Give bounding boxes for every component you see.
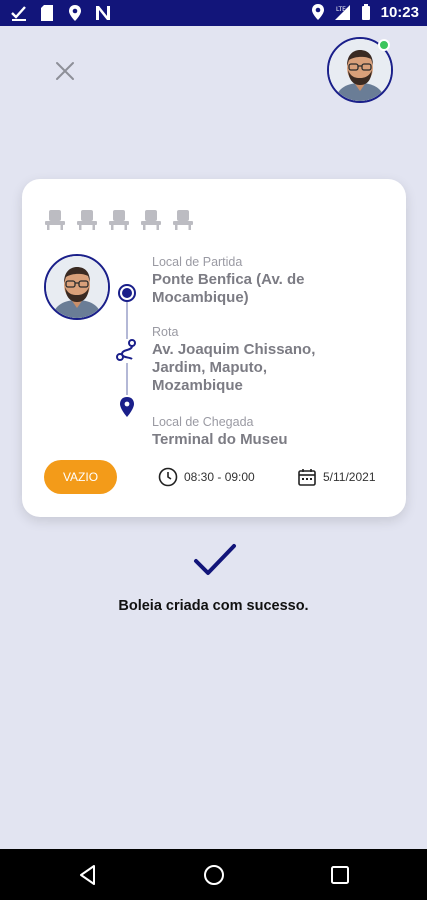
back-icon[interactable] [76, 863, 100, 887]
recents-icon[interactable] [328, 863, 352, 887]
arrival-value: Terminal do Museu [152, 431, 288, 448]
location-notification-icon [69, 5, 81, 21]
trip-date-text: 5/11/2021 [323, 470, 376, 484]
clock-icon [158, 467, 178, 487]
seat-icon [141, 210, 161, 230]
seat-icon [45, 210, 65, 230]
navigation-bar [0, 849, 427, 900]
trip-date: 5/11/2021 [297, 467, 376, 487]
lte-signal-icon: LTE [334, 5, 350, 20]
sd-card-icon [41, 5, 53, 21]
departure-value-line: Mocambique) [152, 289, 249, 306]
route-value-line: Jardim, Maputo, [152, 359, 268, 376]
arrival-label: Local de Chegada [152, 415, 254, 429]
status-badge: VAZIO [44, 460, 117, 494]
calendar-icon [298, 469, 316, 486]
close-icon[interactable] [50, 56, 80, 86]
status-bar: LTE 10:23 [0, 0, 427, 26]
arrival-pin-icon [118, 395, 136, 419]
seat-list [44, 209, 194, 231]
departure-point-icon [118, 284, 136, 302]
driver-avatar-illustration [46, 256, 108, 318]
clock-time: 10:23 [380, 3, 419, 21]
route-value-line: Mozambique [152, 377, 243, 394]
app-notification-icon [96, 6, 110, 20]
seat-icon [109, 210, 129, 230]
route-icon [116, 339, 138, 363]
route-label: Rota [152, 325, 179, 339]
driver-avatar [44, 254, 110, 320]
route-value-line: Av. Joaquim Chissano, [152, 341, 316, 358]
seat-icon [77, 210, 97, 230]
departure-value: Ponte Benfica (Av. de Mocambique) [152, 271, 387, 307]
seat-icon [173, 210, 193, 230]
trip-card: Local de Partida Ponte Benfica (Av. de M… [22, 179, 406, 517]
time-range-text: 08:30 - 09:00 [184, 470, 255, 484]
online-status-indicator [378, 39, 390, 51]
checkmark-notification-icon [11, 6, 26, 21]
route-value: Av. Joaquim Chissano, Jardim, Maputo, Mo… [152, 341, 387, 395]
time-range: 08:30 - 09:00 [158, 467, 255, 487]
battery-icon [361, 4, 370, 20]
location-icon [311, 4, 324, 20]
svg-text:LTE: LTE [336, 6, 346, 13]
home-icon[interactable] [202, 863, 226, 887]
route-timeline [116, 284, 138, 419]
success-message: Boleia criada com sucesso. [118, 598, 309, 614]
success-check-icon [194, 544, 236, 575]
departure-label: Local de Partida [152, 255, 243, 269]
departure-value-line: Ponte Benfica (Av. de [152, 271, 305, 288]
